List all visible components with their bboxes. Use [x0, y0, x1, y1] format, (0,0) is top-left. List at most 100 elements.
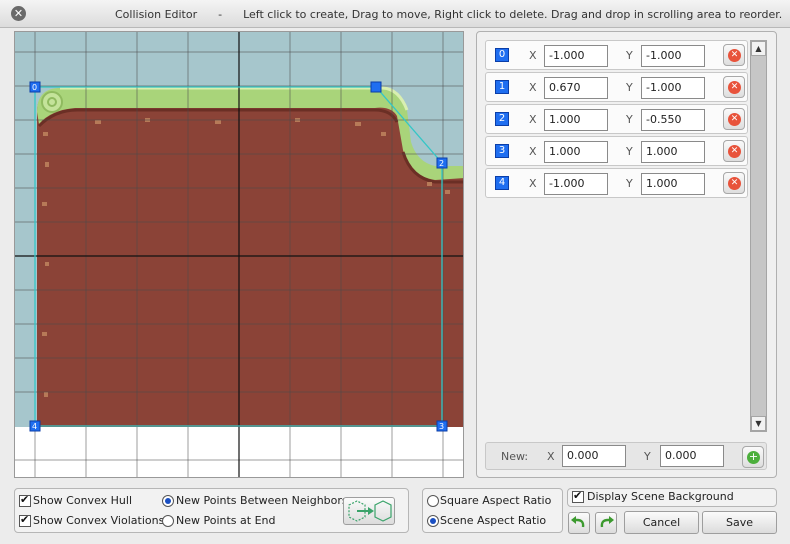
new-points-at-end-radio[interactable] — [162, 515, 174, 527]
display-options-group: ✔ Show Convex Hull ✔ Show Convex Violati… — [14, 488, 409, 533]
point-row[interactable]: 1 X 0.670 Y -1.000 ✕ — [485, 72, 748, 102]
save-button[interactable]: Save — [702, 511, 777, 534]
background-option-group: ✔ Display Scene Background — [567, 488, 777, 507]
y-field[interactable]: 1.000 — [641, 173, 705, 195]
x-label: X — [529, 145, 537, 158]
swirl-decoration — [41, 91, 63, 113]
cancel-button[interactable]: Cancel — [624, 511, 699, 534]
show-convex-violations-checkbox[interactable]: ✔ — [19, 513, 31, 527]
point-index[interactable]: 4 — [495, 176, 509, 190]
new-y-field[interactable]: 0.000 — [660, 445, 724, 467]
window-title: Collision Editor — [115, 8, 198, 21]
title-bar: ✕ Collision Editor - Left click to creat… — [0, 0, 790, 28]
y-label: Y — [626, 177, 633, 190]
undo-button[interactable] — [568, 512, 590, 534]
new-x-label: X — [547, 450, 555, 463]
radio-dot — [430, 518, 436, 524]
delete-icon: ✕ — [728, 113, 741, 126]
y-field[interactable]: -0.550 — [641, 109, 705, 131]
x-label: X — [529, 113, 537, 126]
point-index[interactable]: 2 — [495, 112, 509, 126]
display-background-checkbox[interactable]: ✔ — [572, 489, 584, 503]
x-field[interactable]: 1.000 — [544, 141, 608, 163]
new-points-between-radio[interactable] — [162, 495, 174, 507]
point-row[interactable]: 2 X 1.000 Y -0.550 ✕ — [485, 104, 748, 134]
delete-point-button[interactable]: ✕ — [723, 44, 745, 66]
handle-label-3: 3 — [439, 422, 444, 431]
display-background-label[interactable]: Display Scene Background — [587, 490, 734, 503]
points-panel: 0 X -1.000 Y -1.000 ✕ 1 X 0.670 Y -1.000… — [476, 31, 777, 478]
delete-icon: ✕ — [728, 81, 741, 94]
new-y-label: Y — [644, 450, 651, 463]
y-field[interactable]: -1.000 — [641, 45, 705, 67]
point-index[interactable]: 3 — [495, 144, 509, 158]
redo-button[interactable] — [595, 512, 617, 534]
check-icon: ✔ — [20, 513, 30, 526]
delete-point-button[interactable]: ✕ — [723, 140, 745, 162]
point-handle-2[interactable]: 2 — [436, 157, 448, 169]
radio-dot — [165, 498, 171, 504]
scene-aspect-radio[interactable] — [427, 515, 439, 527]
check-icon: ✔ — [573, 489, 583, 502]
show-convex-hull-checkbox[interactable]: ✔ — [19, 493, 31, 507]
x-field[interactable]: 0.670 — [544, 77, 608, 99]
new-point-row: New: X 0.000 Y 0.000 + — [485, 442, 767, 470]
show-convex-hull-label[interactable]: Show Convex Hull — [33, 494, 132, 507]
delete-point-button[interactable]: ✕ — [723, 172, 745, 194]
scroll-up-icon[interactable]: ▲ — [751, 41, 766, 56]
point-row[interactable]: 3 X 1.000 Y 1.000 ✕ — [485, 136, 748, 166]
x-field[interactable]: -1.000 — [544, 173, 608, 195]
handle-label-2: 2 — [439, 159, 444, 168]
point-handle-0[interactable]: 0 — [29, 81, 41, 93]
points-scrollbar[interactable]: ▲ ▼ — [750, 40, 767, 432]
point-handle-4[interactable]: 4 — [29, 420, 41, 432]
y-label: Y — [626, 113, 633, 126]
new-x-field[interactable]: 0.000 — [562, 445, 626, 467]
title-separator: - — [218, 8, 223, 21]
undo-icon — [571, 516, 585, 528]
x-label: X — [529, 177, 537, 190]
check-icon: ✔ — [20, 493, 30, 506]
new-points-between-label[interactable]: New Points Between Neighbors — [176, 494, 348, 507]
y-label: Y — [626, 81, 633, 94]
scene-aspect-label[interactable]: Scene Aspect Ratio — [440, 514, 546, 527]
point-row[interactable]: 0 X -1.000 Y -1.000 ✕ — [485, 40, 748, 70]
x-label: X — [529, 81, 537, 94]
delete-icon: ✕ — [728, 177, 741, 190]
canvas-drawing: 0 2 3 4 — [15, 32, 463, 477]
delete-icon: ✕ — [728, 49, 741, 62]
point-index[interactable]: 1 — [495, 80, 509, 94]
instructions-text: Left click to create, Drag to move, Righ… — [243, 8, 783, 21]
points-list[interactable]: 0 X -1.000 Y -1.000 ✕ 1 X 0.670 Y -1.000… — [485, 40, 750, 430]
scroll-down-icon[interactable]: ▼ — [751, 416, 766, 431]
y-label: Y — [626, 145, 633, 158]
window-title-row: Collision Editor - Left click to create,… — [115, 8, 782, 21]
y-label: Y — [626, 49, 633, 62]
handle-label-0: 0 — [32, 83, 37, 92]
new-points-at-end-label[interactable]: New Points at End — [176, 514, 275, 527]
point-row[interactable]: 4 X -1.000 Y 1.000 ✕ — [485, 168, 748, 198]
insert-point-icon — [348, 500, 392, 522]
delete-point-button[interactable]: ✕ — [723, 76, 745, 98]
show-convex-violations-label[interactable]: Show Convex Violations — [33, 514, 164, 527]
y-field[interactable]: -1.000 — [641, 77, 705, 99]
redo-icon — [600, 516, 614, 528]
add-point-button[interactable]: + — [742, 446, 764, 468]
x-field[interactable]: 1.000 — [544, 109, 608, 131]
square-aspect-label[interactable]: Square Aspect Ratio — [440, 494, 551, 507]
handle-label-4: 4 — [32, 422, 37, 431]
delete-point-button[interactable]: ✕ — [723, 108, 745, 130]
point-handle-1[interactable] — [370, 81, 382, 93]
delete-icon: ✕ — [728, 145, 741, 158]
plus-icon: + — [747, 450, 760, 464]
point-index[interactable]: 0 — [495, 48, 509, 62]
x-label: X — [529, 49, 537, 62]
insert-mode-button[interactable] — [343, 497, 395, 525]
collision-canvas[interactable]: 0 2 3 4 — [14, 31, 464, 478]
y-field[interactable]: 1.000 — [641, 141, 705, 163]
close-icon[interactable]: ✕ — [11, 6, 26, 21]
point-handle-3[interactable]: 3 — [436, 420, 448, 432]
x-field[interactable]: -1.000 — [544, 45, 608, 67]
ground-shape — [37, 90, 463, 427]
square-aspect-radio[interactable] — [427, 495, 439, 507]
